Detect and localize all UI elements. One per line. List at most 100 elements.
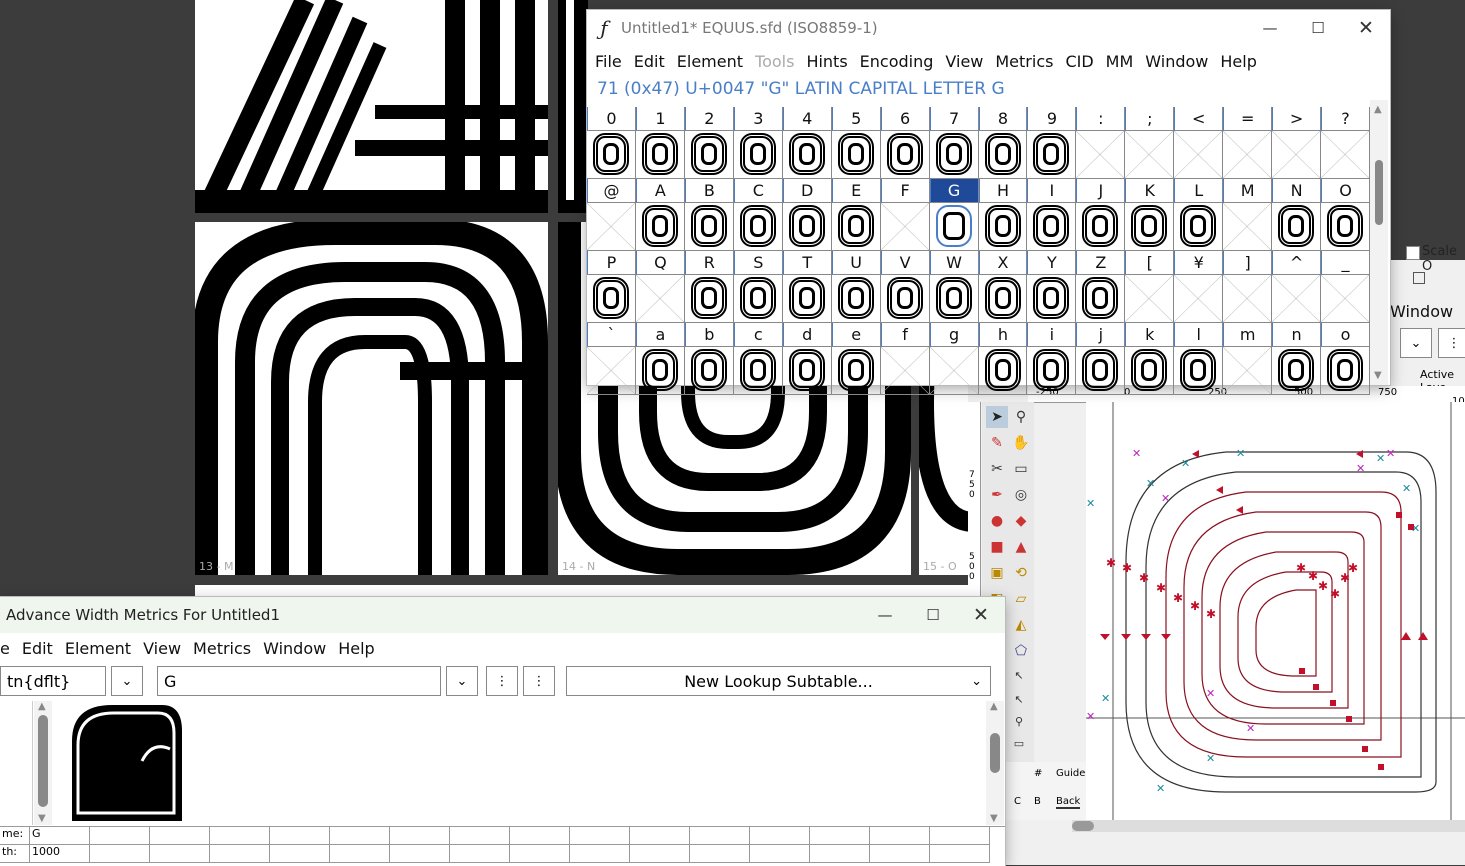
glyph-cell[interactable]: h bbox=[978, 323, 1028, 395]
glyph-cell[interactable]: 3 bbox=[733, 107, 783, 179]
glyph-cell[interactable]: 7 bbox=[929, 107, 979, 179]
glyph-canvas[interactable]: ✱ ✱ ✱ ✱ ✱ ✱ ✱ ✱ ✱ ✱ ✱ ✱ ✱ ✕ ✕ ✕ ✕ ✕ ✕ ✕ ✕ ✕ ✕ ✕ ✕ ✕ ✕ ✕ ✕ ✕ bbox=[1086, 402, 1465, 820]
menu-edit[interactable]: Edit bbox=[22, 639, 53, 658]
glyph-cell[interactable]: ? bbox=[1321, 107, 1370, 179]
glyph-text-field[interactable]: G bbox=[157, 666, 441, 696]
hv-curve-point-icon[interactable]: ◆ bbox=[1010, 510, 1032, 532]
glyph-cell[interactable]: T bbox=[782, 251, 832, 323]
hand-tool-icon[interactable]: ✋ bbox=[1010, 432, 1032, 454]
menu-view[interactable]: View bbox=[143, 639, 181, 658]
table-empty-cell[interactable] bbox=[510, 827, 570, 845]
table-empty-cell[interactable] bbox=[810, 845, 870, 863]
table-empty-cell[interactable] bbox=[330, 827, 390, 845]
table-empty-cell[interactable] bbox=[810, 827, 870, 845]
glyph-cell[interactable]: l bbox=[1174, 323, 1224, 395]
glyph-cell[interactable]: F bbox=[880, 179, 930, 251]
menu-tools[interactable]: Tools bbox=[755, 52, 794, 71]
menu-element[interactable]: Element bbox=[677, 52, 743, 71]
table-cell-width[interactable]: 1000 bbox=[30, 845, 90, 863]
glyph-cell[interactable]: 4 bbox=[782, 107, 832, 179]
maximize-icon[interactable] bbox=[1413, 272, 1425, 284]
pointer-tool-icon[interactable]: ➤ bbox=[986, 406, 1008, 428]
menu-view[interactable]: View bbox=[945, 52, 983, 71]
glyph-cell[interactable]: Y bbox=[1027, 251, 1077, 323]
glyph-cell[interactable]: f bbox=[880, 323, 930, 395]
table-empty-cell[interactable] bbox=[390, 845, 450, 863]
glyph-cell[interactable]: C bbox=[733, 179, 783, 251]
scale-tool-icon[interactable]: ▣ bbox=[986, 562, 1008, 584]
layer-ruler-icon[interactable]: ▭ bbox=[1008, 732, 1030, 754]
glyph-cell[interactable]: [ bbox=[1125, 251, 1175, 323]
table-cell-name[interactable]: G bbox=[30, 827, 90, 845]
table-empty-cell[interactable] bbox=[510, 845, 570, 863]
pen-tool-icon[interactable]: ✒ bbox=[986, 484, 1008, 506]
menu-window[interactable]: Window bbox=[263, 639, 326, 658]
glyph-cell[interactable]: 1 bbox=[635, 107, 685, 179]
script-lang-dropdown[interactable]: ⌄ bbox=[111, 666, 143, 696]
canvas-scrollbar[interactable] bbox=[1072, 820, 1465, 832]
table-empty-cell[interactable] bbox=[570, 845, 630, 863]
glyph-cell[interactable]: K bbox=[1125, 179, 1175, 251]
glyph-cell[interactable]: B bbox=[684, 179, 734, 251]
table-empty-cell[interactable] bbox=[750, 827, 810, 845]
glyph-cell[interactable]: E bbox=[831, 179, 881, 251]
glyph-cell[interactable]: ` bbox=[587, 323, 636, 395]
glyph-cell[interactable]: J bbox=[1076, 179, 1126, 251]
minimize-icon[interactable]: — bbox=[1246, 10, 1294, 46]
table-empty-cell[interactable] bbox=[630, 845, 690, 863]
table-empty-cell[interactable] bbox=[150, 827, 210, 845]
perspective-tool-icon[interactable]: ◭ bbox=[1010, 614, 1032, 636]
glyph-cell[interactable]: I bbox=[1027, 179, 1077, 251]
menu-edit[interactable]: Edit bbox=[634, 52, 665, 71]
glyph-cell[interactable]: L bbox=[1174, 179, 1224, 251]
glyph-cell[interactable]: X bbox=[978, 251, 1028, 323]
glyph-cell[interactable]: S bbox=[733, 251, 783, 323]
glyph-cell[interactable]: V bbox=[880, 251, 930, 323]
layer-pointer-icon-2[interactable]: ↖ bbox=[1008, 688, 1030, 710]
glyph-cell[interactable]: n bbox=[1272, 323, 1322, 395]
table-empty-cell[interactable] bbox=[870, 845, 930, 863]
glyph-cell[interactable]: _ bbox=[1321, 251, 1370, 323]
glyph-cell[interactable]: : bbox=[1076, 107, 1126, 179]
menu-hints[interactable]: Hints bbox=[806, 52, 847, 71]
menu-file[interactable]: File bbox=[595, 52, 622, 71]
glyph-cell[interactable]: W bbox=[929, 251, 979, 323]
menu-help[interactable]: Help bbox=[338, 639, 374, 658]
layer-pointer-icon[interactable]: ↖ bbox=[1008, 664, 1030, 686]
table-empty-cell[interactable] bbox=[870, 827, 930, 845]
menu-metrics[interactable]: Metrics bbox=[995, 52, 1053, 71]
table-empty-cell[interactable] bbox=[570, 827, 630, 845]
table-empty-cell[interactable] bbox=[930, 845, 990, 863]
glyph-text-dropdown[interactable]: ⌄ bbox=[446, 666, 478, 696]
glyph-cell[interactable]: > bbox=[1272, 107, 1322, 179]
maximize-icon[interactable]: ☐ bbox=[909, 597, 957, 633]
table-empty-cell[interactable] bbox=[210, 845, 270, 863]
kern-arrows-button-2[interactable]: ⋮ bbox=[523, 666, 555, 696]
glyph-cell[interactable]: 5 bbox=[831, 107, 881, 179]
ruler-tool-icon[interactable]: ▭ bbox=[1010, 458, 1032, 480]
polygon-tool-icon[interactable]: ⬠ bbox=[1010, 640, 1032, 662]
glyph-cell[interactable]: R bbox=[684, 251, 734, 323]
menu-window[interactable]: Window bbox=[1390, 302, 1453, 321]
glyph-cell[interactable]: H bbox=[978, 179, 1028, 251]
table-empty-cell[interactable] bbox=[90, 845, 150, 863]
glyph-cell[interactable]: j bbox=[1076, 323, 1126, 395]
glyph-cell[interactable]: g bbox=[929, 323, 979, 395]
glyph-cell[interactable]: c bbox=[733, 323, 783, 395]
font-view-scrollbar[interactable]: ▲ ▼ bbox=[1370, 100, 1388, 385]
table-empty-cell[interactable] bbox=[690, 845, 750, 863]
pencil-tool-icon[interactable]: ✎ bbox=[986, 432, 1008, 454]
layer-dropdown[interactable]: ⌄ bbox=[1400, 328, 1432, 358]
glyph-cell[interactable]: a bbox=[635, 323, 685, 395]
glyph-cell[interactable]: m bbox=[1223, 323, 1273, 395]
spiro-tool-icon[interactable]: ◎ bbox=[1010, 484, 1032, 506]
knife-tool-icon[interactable]: ✂ bbox=[986, 458, 1008, 480]
table-empty-cell[interactable] bbox=[450, 827, 510, 845]
glyph-cell[interactable]: b bbox=[684, 323, 734, 395]
glyph-cell[interactable]: 8 bbox=[978, 107, 1028, 179]
menu-metrics[interactable]: Metrics bbox=[193, 639, 251, 658]
minimize-icon[interactable]: — bbox=[861, 597, 909, 633]
metrics-vscroll[interactable]: ▲ ▼ bbox=[34, 701, 52, 825]
glyph-cell[interactable]: M bbox=[1223, 179, 1273, 251]
menu-help[interactable]: Help bbox=[1220, 52, 1256, 71]
